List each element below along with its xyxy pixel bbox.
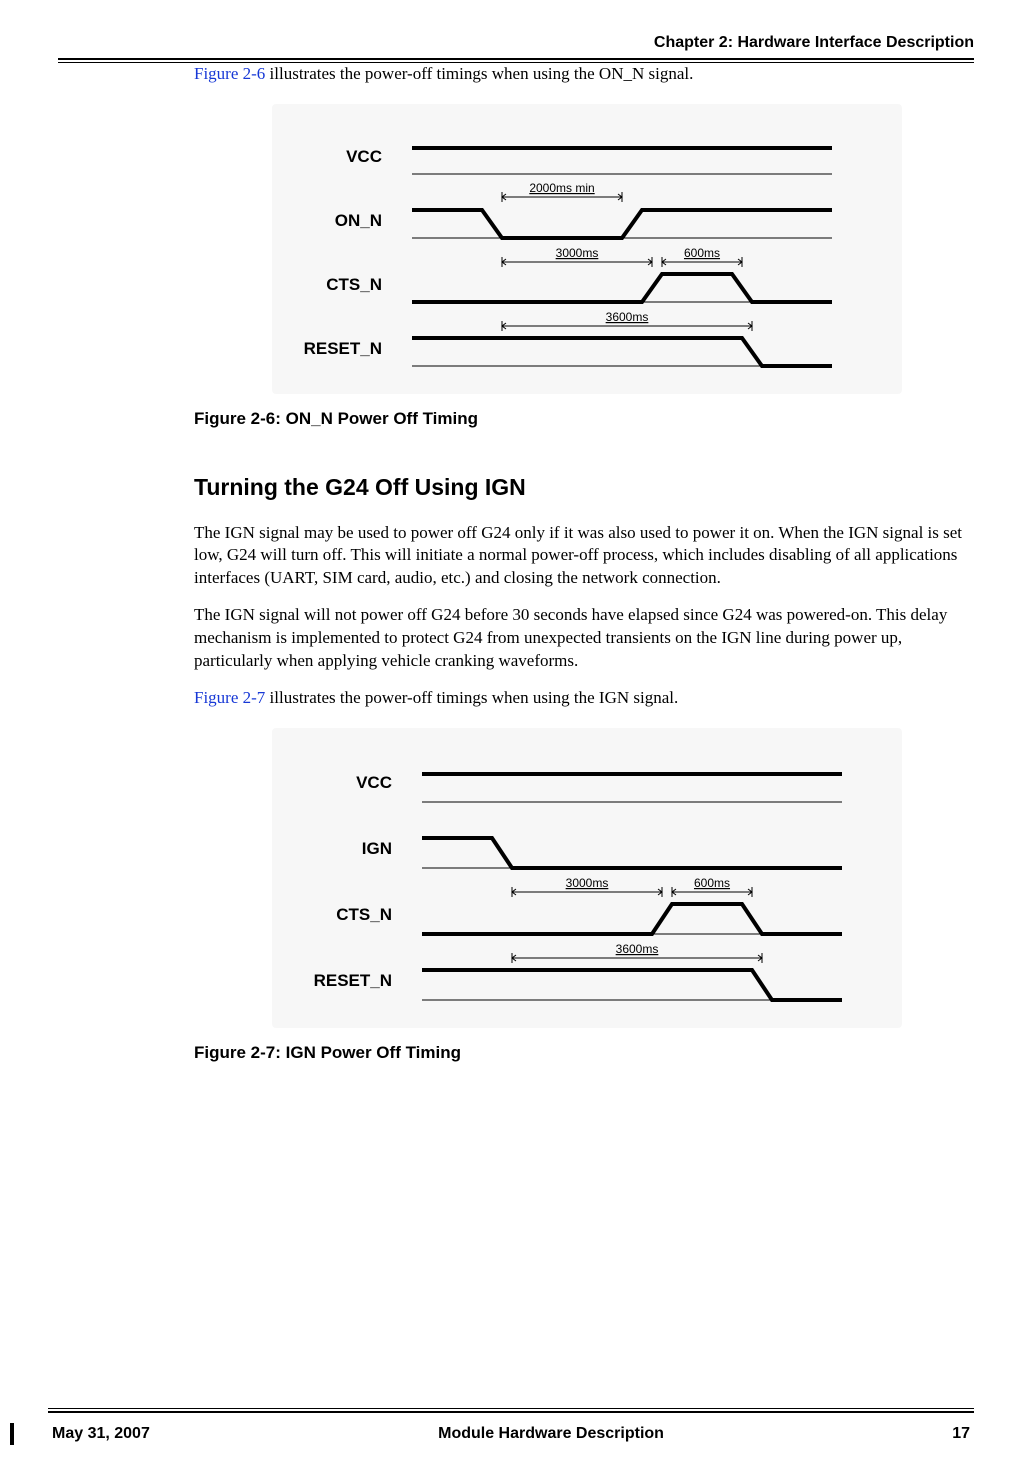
footer-page-number: 17 — [952, 1423, 970, 1445]
section-title: Turning the G24 Off Using IGN — [194, 472, 964, 503]
intro-text-2-rest: illustrates the power-off timings when u… — [265, 688, 678, 707]
sig-label-on-n: ON_N — [335, 211, 382, 230]
figure-2-7-diagram: VCC IGN CTS_N RESET_N 3000ms — [272, 728, 902, 1028]
change-bar-icon — [10, 1423, 14, 1445]
footer-title: Module Hardware Description — [438, 1423, 664, 1445]
intro-text-2: Figure 2-7 illustrates the power-off tim… — [194, 687, 964, 710]
figure-2-7-link[interactable]: Figure 2-7 — [194, 688, 265, 707]
figure-2-7-caption: Figure 2-7: IGN Power Off Timing — [194, 1042, 964, 1065]
sig-label-vcc: VCC — [346, 147, 382, 166]
figure-2-6-caption: Figure 2-6: ON_N Power Off Timing — [194, 408, 964, 431]
footer-rule-thick — [48, 1411, 974, 1413]
figure-2-6-diagram: VCC ON_N CTS_N RESET_N 2000ms min — [272, 104, 902, 394]
timing-3000ms-2: 3000ms — [566, 876, 609, 890]
header-rule-thick — [58, 58, 974, 60]
intro-text-1: Figure 2-6 illustrates the power-off tim… — [194, 63, 964, 86]
chapter-header: Chapter 2: Hardware Interface Descriptio… — [58, 32, 974, 58]
section-paragraph-1: The IGN signal may be used to power off … — [194, 522, 964, 591]
timing-2000ms-min: 2000ms min — [529, 181, 594, 195]
sig-label-vcc-2: VCC — [356, 773, 392, 792]
timing-3600ms-2: 3600ms — [616, 942, 659, 956]
footer-date: May 31, 2007 — [52, 1423, 150, 1445]
timing-600ms: 600ms — [684, 246, 720, 260]
timing-600ms-2: 600ms — [694, 876, 730, 890]
sig-label-cts-n-2: CTS_N — [336, 905, 392, 924]
timing-3000ms: 3000ms — [556, 246, 599, 260]
footer-rule-thin — [48, 1408, 974, 1409]
section-paragraph-2: The IGN signal will not power off G24 be… — [194, 604, 964, 673]
sig-label-reset-n: RESET_N — [304, 339, 382, 358]
sig-label-reset-n-2: RESET_N — [314, 971, 392, 990]
sig-label-cts-n: CTS_N — [326, 275, 382, 294]
header-rule-thin — [58, 62, 974, 63]
figure-2-6-link[interactable]: Figure 2-6 — [194, 64, 265, 83]
sig-label-ign: IGN — [362, 839, 392, 858]
timing-3600ms: 3600ms — [606, 310, 649, 324]
intro-text-1-rest: illustrates the power-off timings when u… — [265, 64, 693, 83]
